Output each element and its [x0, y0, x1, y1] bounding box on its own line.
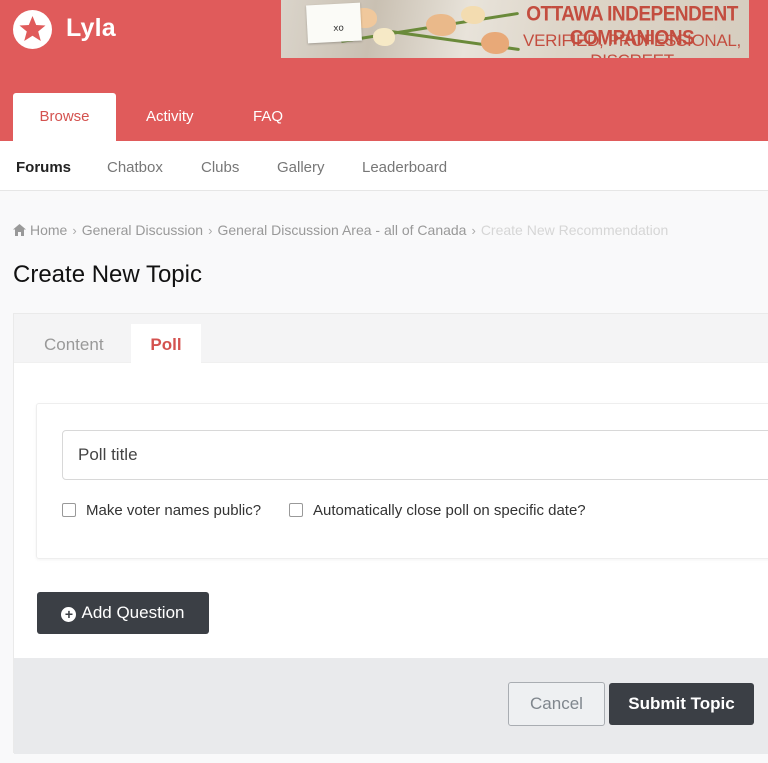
add-question-label: Add Question — [81, 603, 185, 622]
banner-line-2: VERIFIED, PROFESSIONAL, DISCREET — [523, 31, 741, 58]
voter-names-public-checkbox[interactable] — [62, 503, 76, 517]
cancel-button[interactable]: Cancel — [508, 682, 605, 726]
subnav-gallery[interactable]: Gallery — [277, 159, 325, 176]
breadcrumb-home[interactable]: Home — [30, 222, 67, 238]
form-tabbar: Content Poll — [14, 314, 768, 363]
tab-poll[interactable]: Poll — [131, 324, 201, 363]
auto-close-label: Automatically close poll on specific dat… — [313, 502, 586, 519]
tab-activity[interactable]: Activity — [146, 93, 194, 141]
site-name[interactable]: Lyla — [66, 14, 116, 43]
chevron-right-icon: › — [471, 223, 476, 238]
add-question-button[interactable]: + Add Question — [37, 592, 209, 634]
breadcrumb: Home › General Discussion › General Discussi… — [13, 222, 668, 238]
topic-form: Content Poll Make voter names public? Au… — [13, 313, 768, 754]
breadcrumb-current: Create New Recommendation — [480, 222, 669, 238]
chevron-right-icon: › — [72, 223, 77, 238]
voter-names-public-label: Make voter names public? — [86, 502, 262, 519]
site-header: Lyla xo OTTAWA INDEPENDENT COMPANIONS VE… — [0, 0, 768, 141]
home-icon — [13, 224, 26, 236]
subnav-forums[interactable]: Forums — [16, 159, 71, 176]
banner-ad[interactable]: xo OTTAWA INDEPENDENT COMPANIONS VERIFIE… — [281, 0, 749, 58]
auto-close-checkbox[interactable] — [289, 503, 303, 517]
tab-browse[interactable]: Browse — [13, 93, 116, 141]
tab-content[interactable]: Content — [44, 324, 104, 363]
banner-card: xo — [306, 2, 362, 44]
poll-question-box: Make voter names public? Automatically c… — [36, 403, 768, 559]
breadcrumb-canada-area[interactable]: General Discussion Area - all of Canada — [217, 222, 466, 238]
voter-names-public-option[interactable]: Make voter names public? — [62, 502, 261, 519]
site-logo[interactable] — [13, 10, 52, 49]
chevron-right-icon: › — [208, 223, 213, 238]
form-footer: Cancel Submit Topic — [14, 658, 768, 754]
poll-title-input[interactable] — [62, 430, 768, 480]
breadcrumb-general-discussion[interactable]: General Discussion — [82, 222, 203, 238]
star-icon — [19, 16, 46, 41]
submit-topic-button[interactable]: Submit Topic — [609, 683, 754, 725]
tab-faq[interactable]: FAQ — [253, 93, 283, 141]
subnav-leaderboard[interactable]: Leaderboard — [362, 159, 447, 176]
sub-navigation: Forums Chatbox Clubs Gallery Leaderboard — [0, 141, 768, 191]
subnav-chatbox[interactable]: Chatbox — [107, 159, 163, 176]
auto-close-option[interactable]: Automatically close poll on specific dat… — [289, 502, 586, 519]
page-title: Create New Topic — [13, 261, 202, 288]
subnav-clubs[interactable]: Clubs — [201, 159, 239, 176]
plus-circle-icon: + — [61, 607, 77, 622]
